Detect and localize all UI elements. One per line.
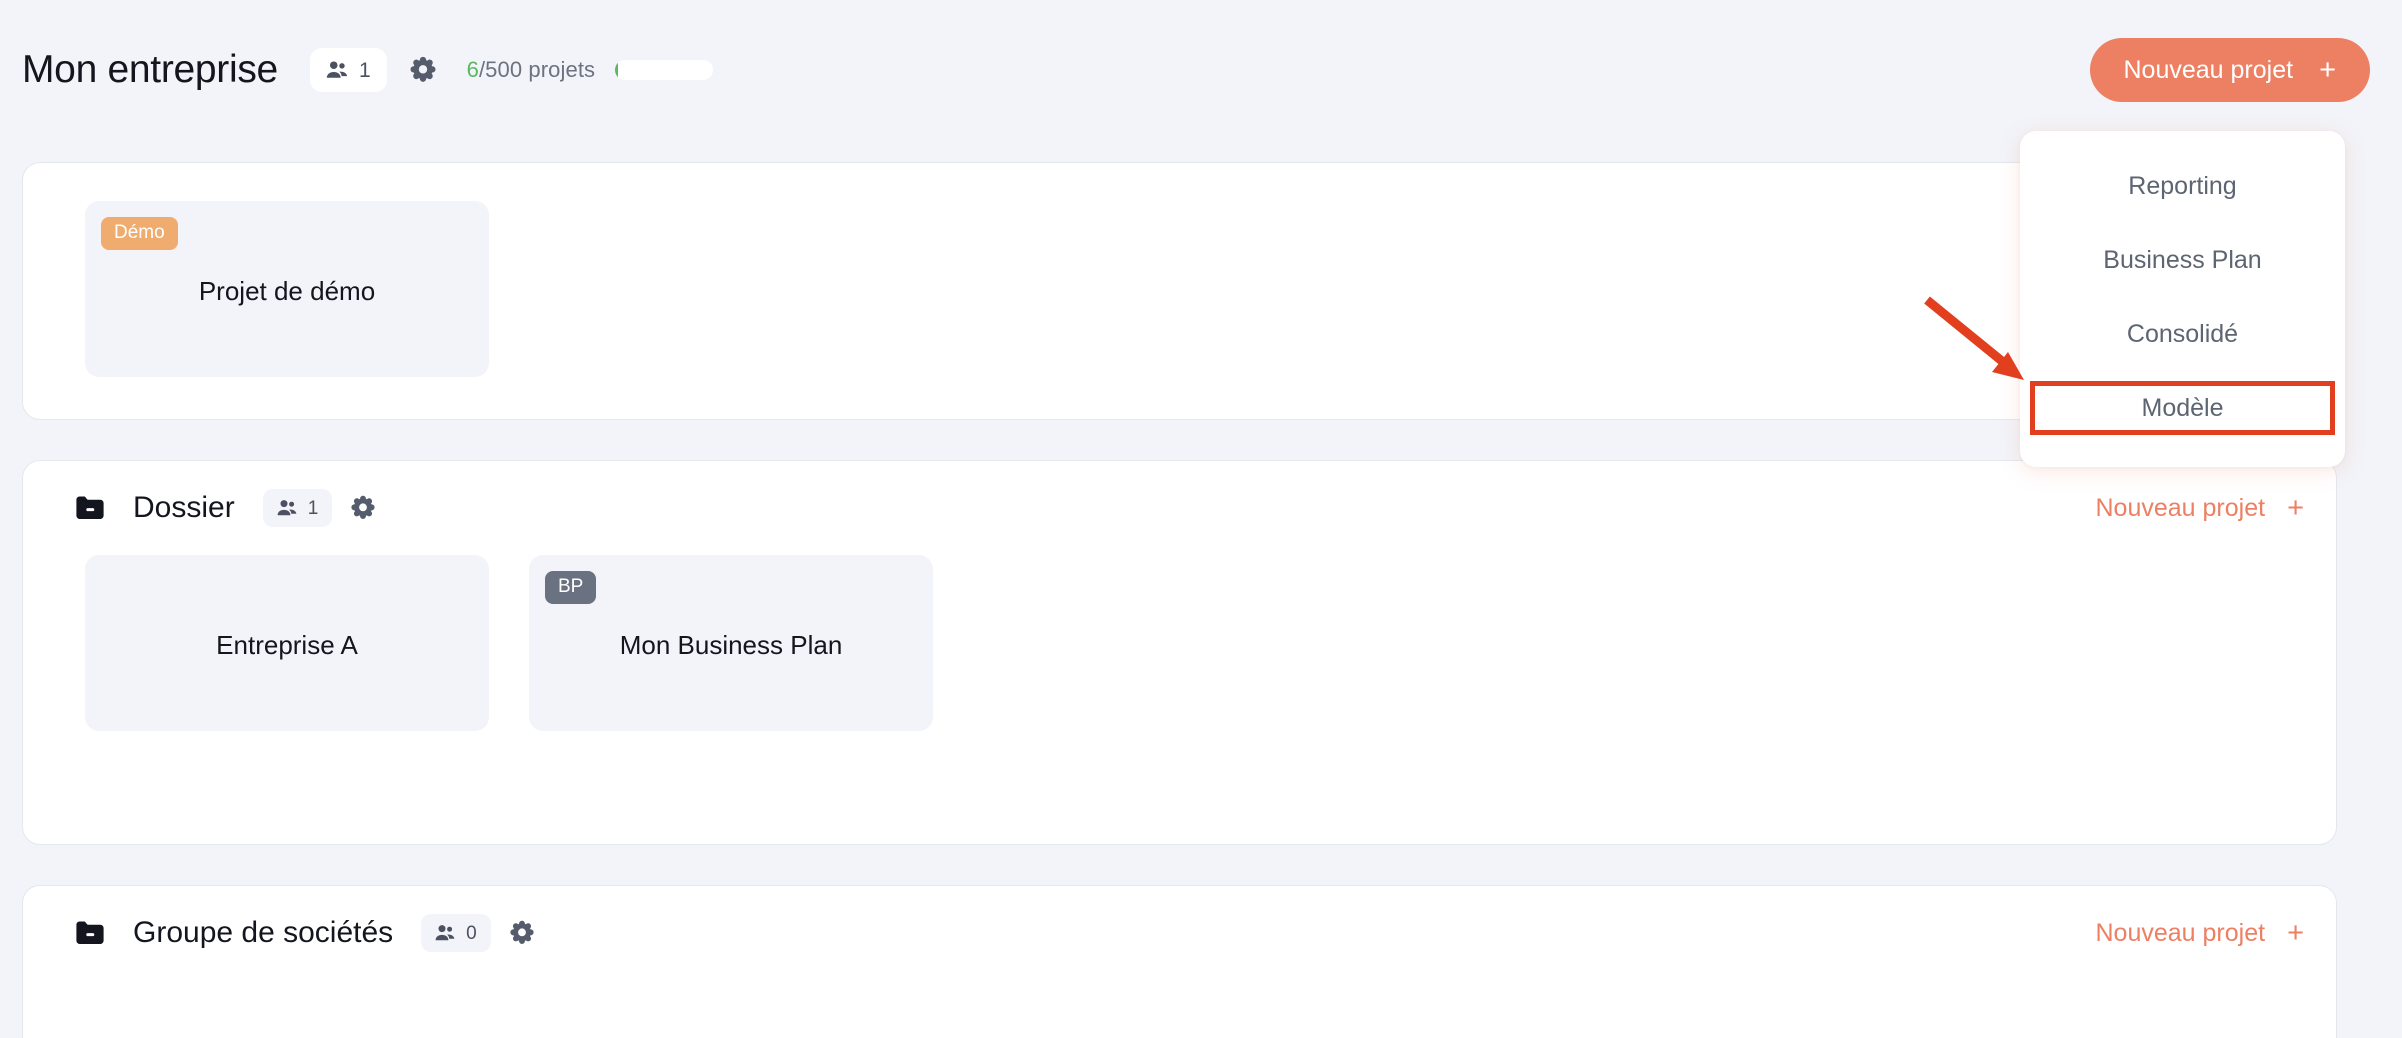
people-icon: [433, 921, 457, 945]
gear-icon: [409, 55, 437, 86]
dropdown-item-modele[interactable]: Modèle: [2030, 381, 2335, 435]
plus-icon: +: [2287, 491, 2304, 524]
plus-icon: +: [2287, 916, 2304, 949]
dossier-cards-row: Entreprise A BP Mon Business Plan: [23, 555, 2336, 731]
project-card-label: Entreprise A: [216, 629, 358, 660]
project-card-entreprise-a[interactable]: Entreprise A: [85, 555, 489, 731]
app-root: Mon entreprise 1 6/500 projets Nouveau p…: [0, 0, 2402, 1038]
groupe-new-project-label: Nouveau projet: [2095, 918, 2266, 947]
company-members-count: 1: [358, 58, 371, 82]
project-card-mon-business-plan[interactable]: BP Mon Business Plan: [529, 555, 933, 731]
card-badge-bp: BP: [545, 571, 597, 604]
dossier-title: Dossier: [133, 491, 235, 524]
page-title: Mon entreprise: [22, 48, 278, 91]
gear-icon: [350, 494, 376, 523]
groupe-members-badge[interactable]: 0: [421, 914, 491, 952]
new-project-button[interactable]: Nouveau projet +: [2089, 38, 2370, 102]
groupe-new-project-link[interactable]: Nouveau projet +: [2095, 916, 2305, 949]
dossier-new-project-link[interactable]: Nouveau projet +: [2095, 491, 2305, 524]
dossier-members-count: 1: [307, 497, 319, 519]
panel-demo-projects: Démo Projet de démo: [22, 162, 2337, 420]
card-badge-demo: Démo: [101, 217, 178, 250]
project-quota-text: 6/500 projets: [467, 57, 596, 83]
dropdown-item-reporting[interactable]: Reporting: [2020, 149, 2345, 223]
demo-cards-row: Démo Projet de démo: [23, 163, 2336, 377]
dropdown-item-business-plan[interactable]: Business Plan: [2020, 223, 2345, 297]
groupe-section-header: Groupe de sociétés 0 Nouveau projet +: [23, 886, 2336, 980]
plus-icon: +: [2319, 53, 2336, 86]
project-card-demo[interactable]: Démo Projet de démo: [85, 201, 489, 377]
panel-groupe-de-societes: Groupe de sociétés 0 Nouveau projet +: [22, 885, 2337, 1038]
folder-collapse-icon[interactable]: [73, 491, 107, 525]
quota-bar-fill: [615, 60, 619, 80]
project-quota-bar: [615, 60, 714, 80]
panel-dossier: Dossier 1 Nouveau projet + Entreprise A …: [22, 460, 2337, 845]
company-settings-button[interactable]: [409, 55, 437, 86]
project-card-label: Projet de démo: [198, 275, 376, 306]
quota-used: 6: [466, 57, 479, 82]
groupe-members-count: 0: [466, 922, 477, 944]
quota-total: /500 projets: [478, 57, 596, 82]
project-card-label: Mon Business Plan: [619, 629, 843, 660]
dossier-settings-button[interactable]: [350, 494, 376, 523]
dossier-new-project-label: Nouveau projet: [2095, 493, 2266, 522]
gear-icon: [509, 919, 535, 948]
dropdown-item-consolide[interactable]: Consolidé: [2020, 297, 2345, 371]
folder-collapse-icon[interactable]: [73, 916, 107, 950]
dossier-section-header: Dossier 1 Nouveau projet +: [23, 461, 2336, 555]
new-project-dropdown-menu[interactable]: Reporting Business Plan Consolidé Modèle: [2020, 131, 2345, 467]
groupe-settings-button[interactable]: [509, 919, 535, 948]
dossier-members-badge[interactable]: 1: [262, 489, 333, 527]
people-icon: [275, 496, 299, 520]
groupe-title: Groupe de sociétés: [133, 916, 394, 949]
page-header: Mon entreprise 1 6/500 projets: [0, 0, 2402, 140]
new-project-cta-wrap: Nouveau projet +: [2089, 38, 2370, 102]
new-project-button-label: Nouveau projet: [2123, 55, 2294, 84]
people-icon: [324, 57, 350, 83]
company-members-badge[interactable]: 1: [309, 48, 387, 92]
